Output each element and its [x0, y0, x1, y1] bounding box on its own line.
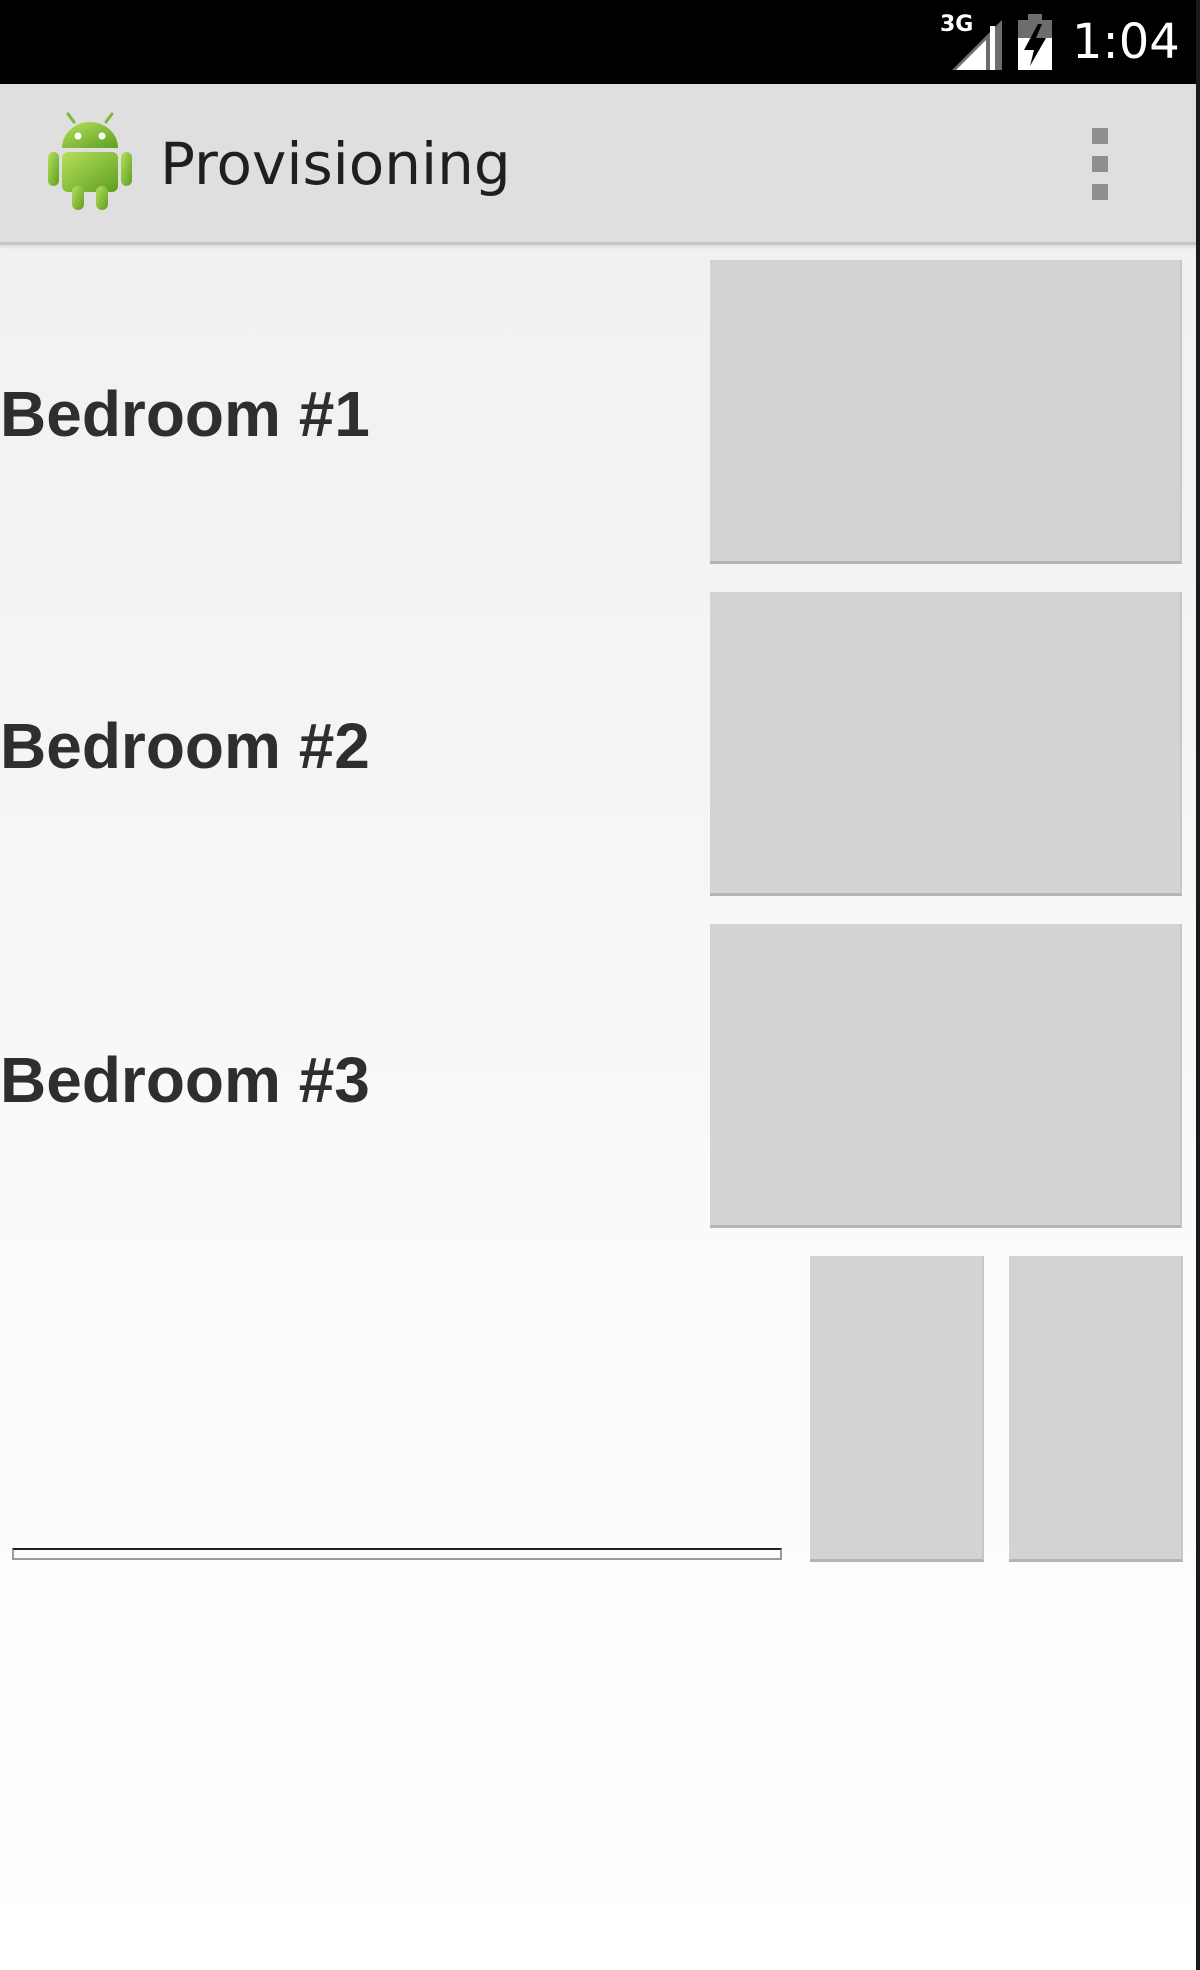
status-bar: 3G 1:04 [0, 0, 1196, 84]
text-input-field[interactable] [12, 1548, 782, 1560]
app-title: Provisioning [160, 130, 511, 198]
room-label-bedroom-3: Bedroom #3 [0, 1044, 370, 1116]
room-tile-bedroom-2[interactable] [710, 592, 1182, 896]
room-tile-bedroom-1[interactable] [710, 260, 1182, 564]
overflow-dot [1092, 184, 1108, 200]
overflow-dot [1092, 156, 1108, 172]
clock-time: 1:04 [1072, 14, 1180, 70]
overflow-dot [1092, 128, 1108, 144]
network-indicator: 3G [940, 14, 1002, 70]
device-screen: 3G 1:04 Provisioning Bedroom #1 Bedroom … [0, 0, 1200, 1970]
action-bar: Provisioning [0, 84, 1196, 245]
room-label-bedroom-1: Bedroom #1 [0, 378, 370, 450]
android-robot-icon [48, 112, 132, 210]
room-label-bedroom-2: Bedroom #2 [0, 710, 370, 782]
battery-charging-icon [1018, 14, 1052, 70]
signal-icon [952, 20, 1002, 70]
room-tile-bedroom-3[interactable] [710, 924, 1182, 1228]
overflow-menu-icon[interactable] [1082, 128, 1118, 200]
small-tile-right[interactable] [1009, 1256, 1183, 1562]
small-tile-left[interactable] [810, 1256, 984, 1562]
